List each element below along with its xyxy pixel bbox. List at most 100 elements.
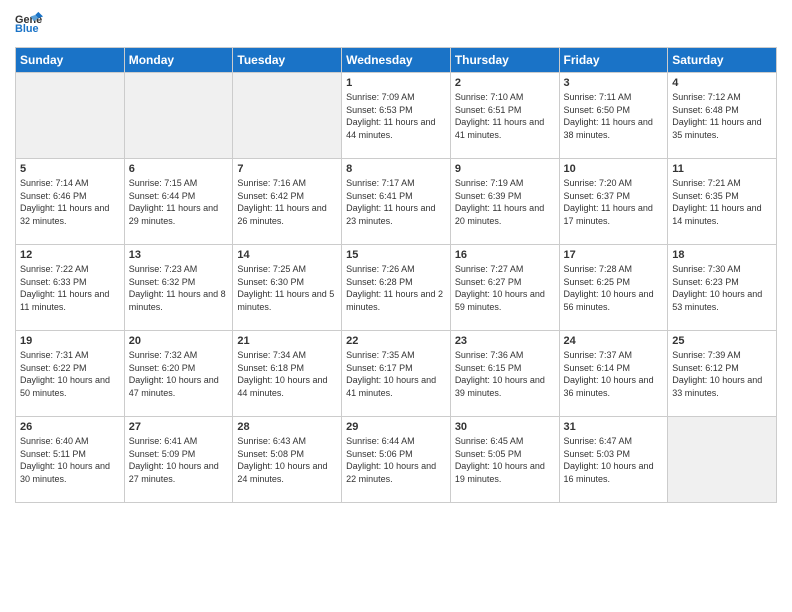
day-number: 2 [455, 77, 555, 89]
day-number: 19 [20, 335, 120, 347]
day-cell: 22 Sunrise: 7:35 AM Sunset: 6:17 PM Dayli… [342, 331, 451, 417]
day-info: Sunrise: 7:10 AM Sunset: 6:51 PM Dayligh… [455, 91, 555, 141]
day-number: 9 [455, 163, 555, 175]
day-cell: 4 Sunrise: 7:12 AM Sunset: 6:48 PM Daylig… [668, 73, 777, 159]
svg-text:Blue: Blue [15, 23, 39, 34]
day-info: Sunrise: 6:45 AM Sunset: 5:05 PM Dayligh… [455, 435, 555, 485]
day-info: Sunrise: 6:43 AM Sunset: 5:08 PM Dayligh… [237, 435, 337, 485]
day-info: Sunrise: 6:44 AM Sunset: 5:06 PM Dayligh… [346, 435, 446, 485]
day-cell: 14 Sunrise: 7:25 AM Sunset: 6:30 PM Dayli… [233, 245, 342, 331]
day-number: 7 [237, 163, 337, 175]
day-number: 24 [564, 335, 664, 347]
day-number: 3 [564, 77, 664, 89]
day-number: 5 [20, 163, 120, 175]
day-info: Sunrise: 7:17 AM Sunset: 6:41 PM Dayligh… [346, 177, 446, 227]
weekday-header-friday: Friday [559, 48, 668, 73]
day-cell: 20 Sunrise: 7:32 AM Sunset: 6:20 PM Dayli… [124, 331, 233, 417]
day-cell: 17 Sunrise: 7:28 AM Sunset: 6:25 PM Dayli… [559, 245, 668, 331]
day-number: 8 [346, 163, 446, 175]
day-number: 18 [672, 249, 772, 261]
day-info: Sunrise: 7:09 AM Sunset: 6:53 PM Dayligh… [346, 91, 446, 141]
day-number: 20 [129, 335, 229, 347]
weekday-header-saturday: Saturday [668, 48, 777, 73]
day-cell: 10 Sunrise: 7:20 AM Sunset: 6:37 PM Dayli… [559, 159, 668, 245]
page-header: General Blue [15, 10, 777, 39]
day-info: Sunrise: 7:19 AM Sunset: 6:39 PM Dayligh… [455, 177, 555, 227]
day-number: 25 [672, 335, 772, 347]
day-cell: 19 Sunrise: 7:31 AM Sunset: 6:22 PM Dayli… [16, 331, 125, 417]
weekday-header-sunday: Sunday [16, 48, 125, 73]
day-cell: 5 Sunrise: 7:14 AM Sunset: 6:46 PM Daylig… [16, 159, 125, 245]
day-number: 6 [129, 163, 229, 175]
day-info: Sunrise: 7:20 AM Sunset: 6:37 PM Dayligh… [564, 177, 664, 227]
day-number: 10 [564, 163, 664, 175]
day-cell: 25 Sunrise: 7:39 AM Sunset: 6:12 PM Dayli… [668, 331, 777, 417]
day-info: Sunrise: 7:39 AM Sunset: 6:12 PM Dayligh… [672, 349, 772, 399]
week-row-5: 26 Sunrise: 6:40 AM Sunset: 5:11 PM Dayli… [16, 417, 777, 503]
day-number: 22 [346, 335, 446, 347]
day-cell: 2 Sunrise: 7:10 AM Sunset: 6:51 PM Daylig… [450, 73, 559, 159]
day-cell: 1 Sunrise: 7:09 AM Sunset: 6:53 PM Daylig… [342, 73, 451, 159]
day-info: Sunrise: 7:12 AM Sunset: 6:48 PM Dayligh… [672, 91, 772, 141]
weekday-header-row: SundayMondayTuesdayWednesdayThursdayFrid… [16, 48, 777, 73]
day-number: 4 [672, 77, 772, 89]
day-cell: 31 Sunrise: 6:47 AM Sunset: 5:03 PM Dayli… [559, 417, 668, 503]
day-info: Sunrise: 7:36 AM Sunset: 6:15 PM Dayligh… [455, 349, 555, 399]
day-cell: 28 Sunrise: 6:43 AM Sunset: 5:08 PM Dayli… [233, 417, 342, 503]
day-info: Sunrise: 7:22 AM Sunset: 6:33 PM Dayligh… [20, 263, 120, 313]
day-number: 30 [455, 421, 555, 433]
day-info: Sunrise: 6:47 AM Sunset: 5:03 PM Dayligh… [564, 435, 664, 485]
day-cell: 29Sunrise: 6:44 AM Sunset: 5:06 PM Dayli… [342, 417, 451, 503]
day-info: Sunrise: 7:27 AM Sunset: 6:27 PM Dayligh… [455, 263, 555, 313]
week-row-3: 12 Sunrise: 7:22 AM Sunset: 6:33 PM Dayli… [16, 245, 777, 331]
calendar-table: SundayMondayTuesdayWednesdayThursdayFrid… [15, 47, 777, 503]
day-info: Sunrise: 7:28 AM Sunset: 6:25 PM Dayligh… [564, 263, 664, 313]
day-number: 21 [237, 335, 337, 347]
day-cell [124, 73, 233, 159]
day-info: Sunrise: 7:37 AM Sunset: 6:14 PM Dayligh… [564, 349, 664, 399]
day-cell [16, 73, 125, 159]
day-number: 15 [346, 249, 446, 261]
weekday-header-monday: Monday [124, 48, 233, 73]
day-cell: 27Sunrise: 6:41 AM Sunset: 5:09 PM Dayli… [124, 417, 233, 503]
day-cell [233, 73, 342, 159]
weekday-header-thursday: Thursday [450, 48, 559, 73]
day-cell: 6 Sunrise: 7:15 AM Sunset: 6:44 PM Daylig… [124, 159, 233, 245]
day-number: 26 [20, 421, 120, 433]
day-number: 17 [564, 249, 664, 261]
day-number: 28 [237, 421, 337, 433]
day-cell: 13 Sunrise: 7:23 AM Sunset: 6:32 PM Dayli… [124, 245, 233, 331]
day-info: Sunrise: 7:23 AM Sunset: 6:32 PM Dayligh… [129, 263, 229, 313]
day-number: 11 [672, 163, 772, 175]
day-info: Sunrise: 7:35 AM Sunset: 6:17 PM Dayligh… [346, 349, 446, 399]
day-cell: 3Sunrise: 7:11 AM Sunset: 6:50 PM Daylig… [559, 73, 668, 159]
day-cell: 21 Sunrise: 7:34 AM Sunset: 6:18 PM Dayli… [233, 331, 342, 417]
week-row-2: 5 Sunrise: 7:14 AM Sunset: 6:46 PM Daylig… [16, 159, 777, 245]
day-info: Sunrise: 7:14 AM Sunset: 6:46 PM Dayligh… [20, 177, 120, 227]
day-cell: 15Sunrise: 7:26 AM Sunset: 6:28 PM Dayli… [342, 245, 451, 331]
day-cell: 11Sunrise: 7:21 AM Sunset: 6:35 PM Dayli… [668, 159, 777, 245]
day-cell: 30 Sunrise: 6:45 AM Sunset: 5:05 PM Dayli… [450, 417, 559, 503]
day-cell: 24 Sunrise: 7:37 AM Sunset: 6:14 PM Dayli… [559, 331, 668, 417]
day-cell: 26 Sunrise: 6:40 AM Sunset: 5:11 PM Dayli… [16, 417, 125, 503]
day-cell: 23 Sunrise: 7:36 AM Sunset: 6:15 PM Dayli… [450, 331, 559, 417]
day-cell [668, 417, 777, 503]
day-number: 16 [455, 249, 555, 261]
week-row-4: 19 Sunrise: 7:31 AM Sunset: 6:22 PM Dayli… [16, 331, 777, 417]
day-number: 23 [455, 335, 555, 347]
day-info: Sunrise: 6:40 AM Sunset: 5:11 PM Dayligh… [20, 435, 120, 485]
day-cell: 7Sunrise: 7:16 AM Sunset: 6:42 PM Daylig… [233, 159, 342, 245]
day-number: 14 [237, 249, 337, 261]
day-info: Sunrise: 7:31 AM Sunset: 6:22 PM Dayligh… [20, 349, 120, 399]
day-number: 31 [564, 421, 664, 433]
weekday-header-tuesday: Tuesday [233, 48, 342, 73]
day-cell: 12 Sunrise: 7:22 AM Sunset: 6:33 PM Dayli… [16, 245, 125, 331]
day-number: 12 [20, 249, 120, 261]
day-info: Sunrise: 7:25 AM Sunset: 6:30 PM Dayligh… [237, 263, 337, 313]
day-info: Sunrise: 7:32 AM Sunset: 6:20 PM Dayligh… [129, 349, 229, 399]
logo-icon: General Blue [15, 10, 43, 34]
day-number: 1 [346, 77, 446, 89]
day-info: Sunrise: 7:34 AM Sunset: 6:18 PM Dayligh… [237, 349, 337, 399]
day-info: Sunrise: 7:15 AM Sunset: 6:44 PM Dayligh… [129, 177, 229, 227]
day-number: 13 [129, 249, 229, 261]
